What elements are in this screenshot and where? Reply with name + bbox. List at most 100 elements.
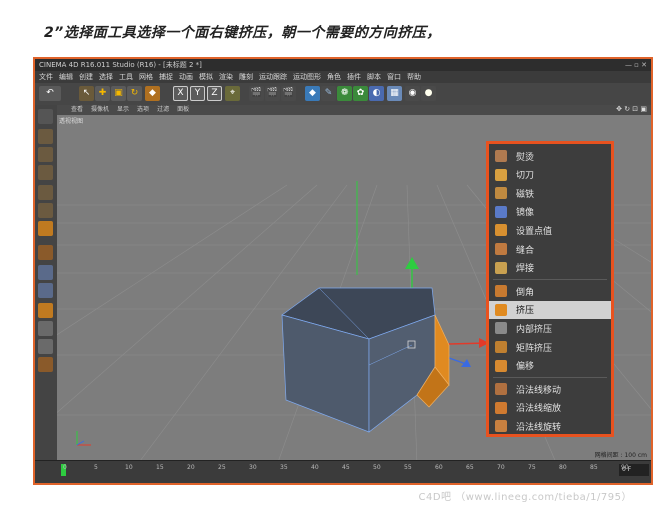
model-mode-icon[interactable] <box>38 129 53 144</box>
menu-item[interactable]: 角色 <box>327 71 341 83</box>
context-menu-item[interactable]: 镜像 <box>489 203 611 221</box>
render-view-icon[interactable]: 🎬 <box>249 86 264 101</box>
menu-item[interactable]: 脚本 <box>367 71 381 83</box>
tweak-mode-icon[interactable] <box>38 265 53 280</box>
snap-icon[interactable] <box>38 283 53 298</box>
context-menu-item-label: 沿法线旋转 <box>516 422 562 433</box>
edges-mode-icon[interactable] <box>38 203 53 218</box>
context-menu-item[interactable]: 内部挤压 <box>489 319 611 337</box>
menu-item[interactable]: 编辑 <box>59 71 73 83</box>
scale-tool-icon[interactable]: ▣ <box>111 86 126 101</box>
matrix-extrude-icon <box>495 341 507 353</box>
context-menu-item[interactable]: 沿法线缩放 <box>489 399 611 417</box>
viewport-name-label: 透视视图 <box>59 118 84 125</box>
context-menu-item-label: 倒角 <box>516 287 535 298</box>
viewport-menu-item[interactable]: 选项 <box>137 105 149 115</box>
make-editable-icon[interactable] <box>38 109 53 124</box>
deformer-icon[interactable]: ◐ <box>369 86 384 101</box>
context-menu-item[interactable]: 沿法线移动 <box>489 380 611 398</box>
menu-item[interactable]: 捕捉 <box>159 71 173 83</box>
world-coordinates-icon[interactable]: ⌖ <box>225 86 240 101</box>
menu-item[interactable]: 工具 <box>119 71 133 83</box>
window-titlebar: CINEMA 4D R16.011 Studio (R16) - [未标题 2 … <box>35 59 651 71</box>
viewport-nav-icons[interactable]: ✥ ↻ ⊡ ▣ <box>616 105 647 113</box>
axis-z-button[interactable]: Z <box>207 86 222 101</box>
menu-item[interactable]: 选择 <box>99 71 113 83</box>
menu-item[interactable]: 窗口 <box>387 71 401 83</box>
menu-item[interactable]: 插件 <box>347 71 361 83</box>
context-menu-item[interactable]: 缝合 <box>489 240 611 258</box>
texture-mode-icon[interactable] <box>38 147 53 162</box>
timeline-tick-label: 65 <box>466 464 474 471</box>
viewport-menu-item[interactable]: 过滤 <box>157 105 169 115</box>
watermark: C4D吧 （www.lineeg.com/tieba/1/795） <box>418 492 632 503</box>
context-menu-item-label: 沿法线移动 <box>516 385 562 396</box>
context-menu: 熨烫切刀磁铁镜像设置点值 缝合焊接倒角挤压 内部挤压 矩阵挤压偏移沿法线移动沿法线缩放… <box>486 141 614 437</box>
subdivision-surface-icon[interactable]: ❁ <box>337 86 352 101</box>
timeline-tick-label: 60 <box>435 464 443 471</box>
viewport-menu-item[interactable]: 显示 <box>117 105 129 115</box>
menu-item[interactable]: 网格 <box>139 71 153 83</box>
polygons-mode-icon[interactable] <box>38 221 53 236</box>
timeline-ruler[interactable]: 0 F 0 5 10 15 20 25 30 35 40 45 50 55 60 65 70 75 80 85 90 <box>35 460 651 483</box>
bevel-icon <box>495 285 507 298</box>
menu-item[interactable]: 文件 <box>39 71 53 83</box>
model-cube-icon[interactable]: ◆ <box>145 86 160 101</box>
window-title: CINEMA 4D R16.011 Studio (R16) - [未标题 2 … <box>39 61 202 69</box>
extrude-icon <box>495 303 507 316</box>
timeline-tick-label: 30 <box>249 464 257 471</box>
timeline-tick-label: 20 <box>187 464 195 471</box>
context-menu-item[interactable]: 倒角 <box>489 282 611 300</box>
context-menu-item-label: 镜像 <box>516 208 535 219</box>
context-menu-item-label: 切刀 <box>516 171 535 182</box>
cube-object-icon[interactable]: ◆ <box>305 86 320 101</box>
workplane-mode-icon[interactable] <box>38 165 53 180</box>
viewport-menu-item[interactable]: 查看 <box>71 105 83 115</box>
menu-item[interactable]: 运动图形 <box>293 71 321 83</box>
render-settings-icon[interactable]: 🎬 <box>281 86 296 101</box>
context-menu-item[interactable]: 熨烫 <box>489 147 611 165</box>
undo-button[interactable]: ↶ <box>39 86 61 101</box>
floor-icon[interactable]: ▦ <box>387 86 402 101</box>
menu-item[interactable]: 模拟 <box>199 71 213 83</box>
axis-mode-icon[interactable] <box>38 245 53 260</box>
sculpt-icon[interactable] <box>38 303 53 318</box>
menu-item[interactable]: 运动跟踪 <box>259 71 287 83</box>
timeline-tick-label: 75 <box>528 464 536 471</box>
rotate-tool-icon[interactable]: ↻ <box>127 86 142 101</box>
array-icon[interactable]: ✿ <box>353 86 368 101</box>
menu-item[interactable]: 雕刻 <box>239 71 253 83</box>
context-menu-item[interactable]: 焊接 <box>489 259 611 277</box>
light-icon[interactable]: ● <box>421 86 436 101</box>
menu-item[interactable]: 渲染 <box>219 71 233 83</box>
menu-separator <box>493 377 607 379</box>
context-menu-item[interactable]: 沿法线旋转 <box>489 417 611 435</box>
context-menu-item[interactable]: 矩阵挤压 <box>489 338 611 356</box>
spline-pen-icon[interactable]: ✎ <box>321 86 336 101</box>
menu-item[interactable]: 帮助 <box>407 71 421 83</box>
menu-item[interactable]: 创建 <box>79 71 93 83</box>
render-picture-viewer-icon[interactable]: 🎬 <box>265 86 280 101</box>
axis-y-button[interactable]: Y <box>190 86 205 101</box>
timeline-tick-label: 10 <box>125 464 133 471</box>
context-menu-item[interactable]: 切刀 <box>489 166 611 184</box>
camera-icon[interactable]: ◉ <box>405 86 420 101</box>
solo-icon[interactable] <box>38 357 53 372</box>
select-tool-icon[interactable]: ↖ <box>79 86 94 101</box>
context-menu-item[interactable]: 偏移 <box>489 357 611 375</box>
menu-item[interactable]: 动画 <box>179 71 193 83</box>
context-menu-item[interactable]: 挤压 <box>489 300 611 319</box>
move-tool-icon[interactable]: ✚ <box>95 86 110 101</box>
context-menu-item-label: 偏移 <box>516 362 535 373</box>
window-controls[interactable]: — ▫ ✕ <box>625 59 647 71</box>
viewport-menu-item[interactable]: 面板 <box>177 105 189 115</box>
planar-workplane-icon[interactable] <box>38 339 53 354</box>
points-mode-icon[interactable] <box>38 185 53 200</box>
axis-x-button[interactable]: X <box>173 86 188 101</box>
viewport-menu-item[interactable]: 摄像机 <box>91 105 109 115</box>
context-menu-item[interactable]: 磁铁 <box>489 184 611 202</box>
context-menu-item-label: 焊接 <box>516 264 535 275</box>
mirror-icon <box>495 205 507 218</box>
locked-workplane-icon[interactable] <box>38 321 53 336</box>
context-menu-item[interactable]: 设置点值 <box>489 221 611 239</box>
